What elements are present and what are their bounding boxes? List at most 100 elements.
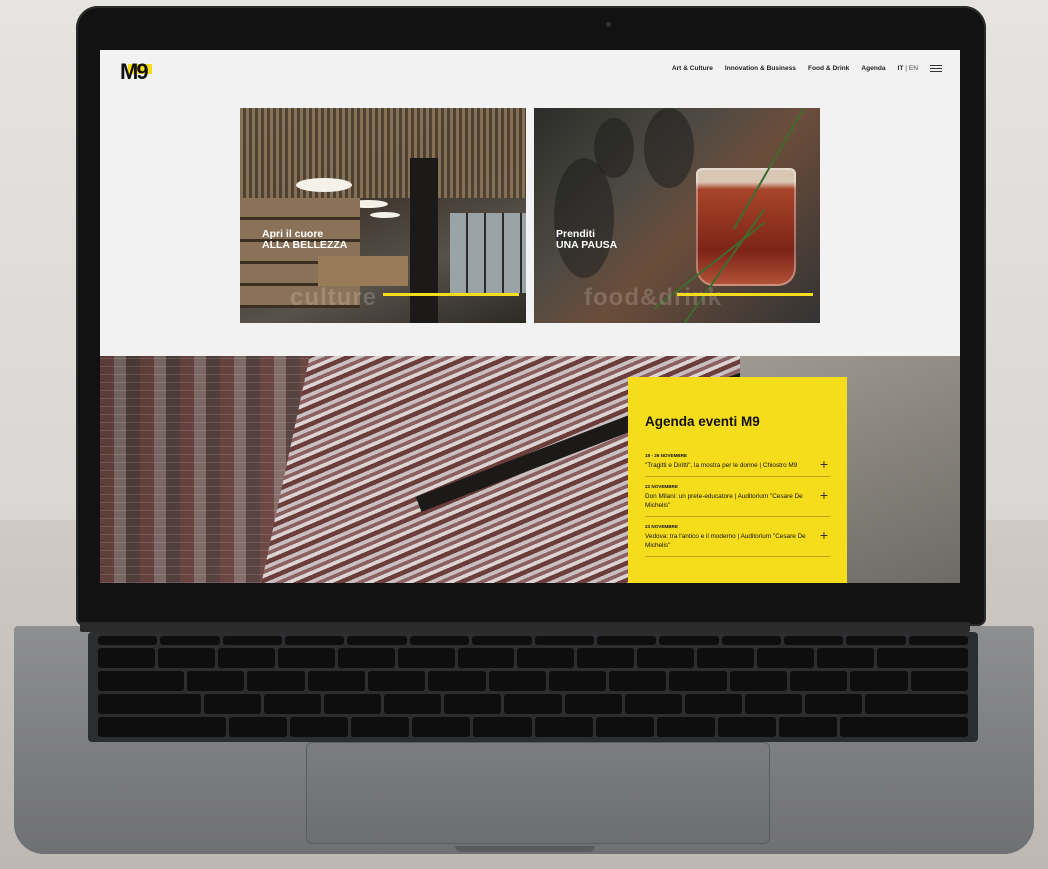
key [865, 694, 969, 714]
card-photo-window [450, 213, 526, 293]
key [351, 717, 410, 737]
keyboard-row [98, 717, 968, 737]
m9-logo[interactable]: M9 [118, 59, 158, 84]
expand-plus-icon[interactable]: + [820, 527, 828, 543]
event-date: 18 - 26 NOVEMBRE [645, 453, 688, 458]
logo-text: M9 [120, 59, 149, 84]
key [160, 636, 220, 645]
hamburger-icon[interactable] [930, 65, 942, 72]
key [659, 636, 719, 645]
agenda-event[interactable]: 22 NOVEMBRE Don Milani: un prete-educato… [645, 477, 830, 517]
site-header: M9 Art & Culture Innovation & Business F… [100, 50, 960, 90]
key [805, 694, 863, 714]
key [721, 636, 781, 645]
event-date: 23 NOVEMBRE [645, 524, 678, 529]
agenda-panel: Agenda eventi M9 18 - 26 NOVEMBRE "Tragi… [628, 377, 847, 583]
nav-item-agenda[interactable]: Agenda [861, 65, 885, 72]
card-photo-lamp [370, 212, 400, 218]
key [637, 648, 695, 668]
key [409, 636, 470, 645]
lang-en[interactable]: EN [909, 65, 918, 72]
agenda-event[interactable]: 23 NOVEMBRE Vedova: tra l'antico e il mo… [645, 517, 830, 557]
key [186, 671, 245, 691]
card-watermark: culture [290, 284, 378, 311]
key [98, 717, 226, 737]
language-switcher: IT | EN [898, 65, 918, 72]
key [412, 717, 471, 737]
card-photo-lamp [296, 178, 352, 192]
key [337, 648, 395, 668]
keyboard-row [98, 648, 969, 668]
key [504, 694, 562, 714]
card-photo-bokeh [644, 108, 694, 188]
key [779, 717, 838, 737]
key [157, 648, 215, 668]
key [850, 671, 908, 691]
key [444, 694, 502, 714]
key [817, 648, 874, 668]
card-title: Apri il cuore ALLA BELLEZZA [262, 229, 347, 251]
nav-item-innovation-business[interactable]: Innovation & Business [725, 65, 796, 72]
agenda-event[interactable]: 18 - 26 NOVEMBRE "Tragitti e Diritti", l… [645, 446, 830, 477]
key [876, 648, 969, 668]
key [534, 636, 594, 645]
key [247, 671, 305, 691]
key [609, 671, 667, 691]
key [729, 671, 788, 691]
key [98, 648, 155, 668]
event-name[interactable]: Vedova: tra l'antico e il moderno | Audi… [645, 532, 810, 550]
key [910, 671, 969, 691]
nav-item-food-drink[interactable]: Food & Drink [808, 65, 849, 72]
laptop-hinge [80, 622, 970, 632]
card-photo-counter [318, 256, 408, 286]
trackpad [306, 742, 770, 844]
card-food-drink[interactable]: food&drink Prenditi UNA PAUSA [534, 108, 820, 323]
key [98, 636, 158, 645]
key [228, 717, 287, 737]
key [488, 671, 546, 691]
card-accent-bar [677, 293, 813, 296]
key [217, 648, 275, 668]
key [384, 694, 442, 714]
event-name[interactable]: Don Milani: un prete-educatore | Auditor… [645, 492, 810, 510]
key [517, 648, 575, 668]
card-photo-glass [696, 168, 796, 286]
key [285, 636, 345, 645]
camera-icon [606, 22, 611, 27]
key [548, 671, 607, 691]
key [669, 671, 727, 691]
keyboard-row [98, 636, 969, 645]
key [757, 648, 815, 668]
main-nav: Art & Culture Innovation & Business Food… [672, 65, 942, 72]
key [307, 671, 365, 691]
key [684, 694, 742, 714]
card-photo-ceiling [240, 108, 526, 198]
expand-plus-icon[interactable]: + [820, 456, 828, 472]
key [222, 636, 283, 645]
event-date: 22 NOVEMBRE [645, 484, 678, 489]
card-title: Prenditi UNA PAUSA [556, 229, 617, 251]
keyboard [88, 632, 978, 742]
key [428, 671, 486, 691]
key [277, 648, 335, 668]
key [744, 694, 803, 714]
key [840, 717, 968, 737]
card-photo-bokeh [554, 158, 614, 278]
nav-item-art-culture[interactable]: Art & Culture [672, 65, 713, 72]
key [290, 717, 349, 737]
lang-it[interactable]: IT [898, 65, 904, 72]
key [367, 671, 426, 691]
key [203, 694, 261, 714]
card-culture[interactable]: culture Apri il cuore ALLA BELLEZZA [240, 108, 526, 323]
event-name[interactable]: "Tragitti e Diritti", la mostra per le d… [645, 461, 810, 470]
key [717, 717, 776, 737]
keyboard-row [98, 694, 969, 714]
expand-plus-icon[interactable]: + [820, 487, 828, 503]
key [263, 694, 322, 714]
key [457, 648, 515, 668]
key [473, 717, 532, 737]
key [624, 694, 682, 714]
key [347, 636, 407, 645]
card-accent-bar [383, 293, 519, 296]
key [98, 694, 201, 714]
